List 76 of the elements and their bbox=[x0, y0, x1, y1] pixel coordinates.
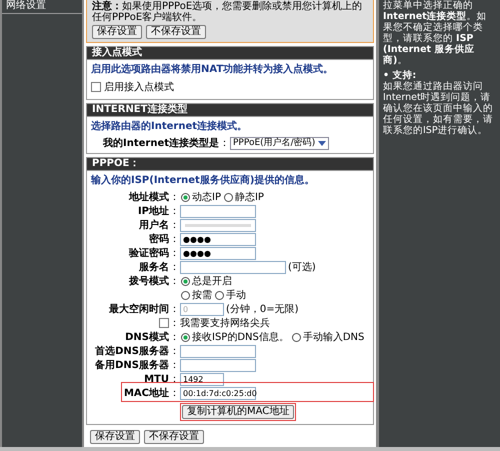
section-header: PPPOE： bbox=[87, 158, 373, 171]
input-field[interactable] bbox=[180, 260, 286, 274]
hint-text: (分钟，0=无限) bbox=[226, 302, 299, 316]
notice-text: 注意：如果使用PPPoE选项，您需要删除或禁用您计算机上的任何PPPoE客户端软件。 bbox=[92, 1, 364, 23]
section-header: INTERNET连接类型 bbox=[87, 104, 373, 117]
radio-button[interactable] bbox=[292, 332, 301, 342]
radio-label: 静态IP bbox=[234, 190, 264, 204]
input-field[interactable] bbox=[180, 358, 256, 372]
checkbox-label: 我需要支持网络尖兵 bbox=[180, 316, 270, 330]
colon-text: ： bbox=[169, 331, 180, 344]
input-field[interactable]: 1492 bbox=[180, 372, 224, 386]
field-label: MTU bbox=[144, 374, 169, 384]
colon-text: ： bbox=[219, 137, 230, 150]
field-label: DNS模式 bbox=[125, 330, 169, 344]
field-label: IP地址 bbox=[138, 204, 169, 218]
field-label: 我的Internet连接类型是 bbox=[102, 136, 219, 150]
button[interactable]: 保存设置 bbox=[92, 25, 142, 39]
colon-text: ： bbox=[169, 373, 180, 386]
radio-button[interactable] bbox=[181, 192, 190, 202]
field-label: 备用DNS服务器 bbox=[95, 358, 169, 372]
colon-text: ： bbox=[169, 345, 180, 358]
input-field[interactable] bbox=[180, 204, 256, 218]
radio-button[interactable] bbox=[224, 192, 233, 202]
colon-text: ： bbox=[169, 219, 180, 232]
help-heading: • 支持: bbox=[383, 70, 418, 81]
colon-text: ： bbox=[169, 233, 180, 246]
checkbox-label: 启用接入点模式 bbox=[104, 80, 174, 94]
radio-button[interactable] bbox=[181, 332, 190, 342]
field-label: 地址模式 bbox=[129, 190, 169, 204]
help-text: 拉菜单中选择正确的 Internet连接类型。如果您不确定选择哪个类型，请联系您的 ISP (Internet 服务供应商)。 bbox=[383, 0, 488, 66]
sidebar-item[interactable]: 网络设置 bbox=[2, 0, 82, 14]
input-field[interactable]: 00:1d:7d:c0:25:d0 bbox=[180, 386, 256, 400]
input-field[interactable] bbox=[180, 344, 256, 358]
field-label: 用户名 bbox=[139, 218, 169, 232]
checkbox[interactable] bbox=[91, 82, 101, 92]
description-text: 选择路由器的Internet连接模式。 bbox=[91, 120, 248, 133]
radio-label: 手动输入DNS bbox=[302, 330, 364, 344]
input-field[interactable]: ●●●● bbox=[180, 232, 256, 246]
colon-text: ： bbox=[169, 275, 180, 288]
radio-button[interactable] bbox=[215, 290, 224, 300]
radio-button[interactable] bbox=[181, 276, 190, 286]
radio-label: 动态IP bbox=[192, 190, 221, 204]
radio-label: 手动 bbox=[226, 288, 246, 302]
button[interactable]: 不保存设置 bbox=[146, 25, 206, 39]
hint-text: (可选) bbox=[288, 260, 316, 274]
field-label: 验证密码 bbox=[129, 246, 169, 260]
radio-label: 接收ISP的DNS信息。 bbox=[192, 330, 289, 344]
dropdown-arrow-icon bbox=[318, 140, 326, 146]
input-field[interactable]: ●●●● bbox=[180, 246, 256, 260]
field-label: MAC地址 bbox=[124, 386, 169, 400]
colon-text: ： bbox=[169, 191, 180, 204]
colon-text: ： bbox=[169, 247, 180, 260]
blurred-input-field[interactable] bbox=[180, 218, 256, 232]
colon-text: ： bbox=[169, 317, 180, 330]
colon-text: ： bbox=[169, 205, 180, 218]
radio-label: 按需 bbox=[192, 288, 212, 302]
radio-label: 总是开启 bbox=[192, 274, 232, 288]
radio-button[interactable] bbox=[181, 290, 190, 300]
field-label: 服务名 bbox=[139, 260, 169, 274]
section-header: 接入点模式 bbox=[87, 47, 373, 60]
field-label: 首选DNS服务器 bbox=[95, 344, 169, 358]
field-label: 最大空闲时间 bbox=[109, 302, 169, 316]
field-label: 拨号模式 bbox=[129, 274, 169, 288]
button[interactable]: 不保存设置 bbox=[144, 430, 204, 444]
description-text: 启用此选项路由器将禁用NAT功能并转为接入点模式。 bbox=[91, 63, 334, 76]
colon-text: ： bbox=[169, 387, 180, 400]
colon-text: ： bbox=[169, 359, 180, 372]
description-text: 输入你的ISP(Internet服务供应商)提供的信息。 bbox=[91, 174, 316, 187]
field-label: 密码 bbox=[149, 232, 169, 246]
checkbox[interactable] bbox=[159, 318, 169, 328]
button[interactable]: 保存设置 bbox=[90, 430, 140, 444]
colon-text: ： bbox=[169, 261, 180, 274]
connection-type-dropdown[interactable]: PPPoE(用户名/密码) bbox=[230, 136, 330, 150]
colon-text: ： bbox=[169, 303, 180, 316]
button[interactable]: 复制计算机的MAC地址 bbox=[182, 405, 294, 419]
help-text: 如果您通过路由器访问Internet时遇到问题，请确认您在该页面中输入的任何设置，如有需要，请联系您的ISP进行确认。 bbox=[383, 81, 494, 136]
